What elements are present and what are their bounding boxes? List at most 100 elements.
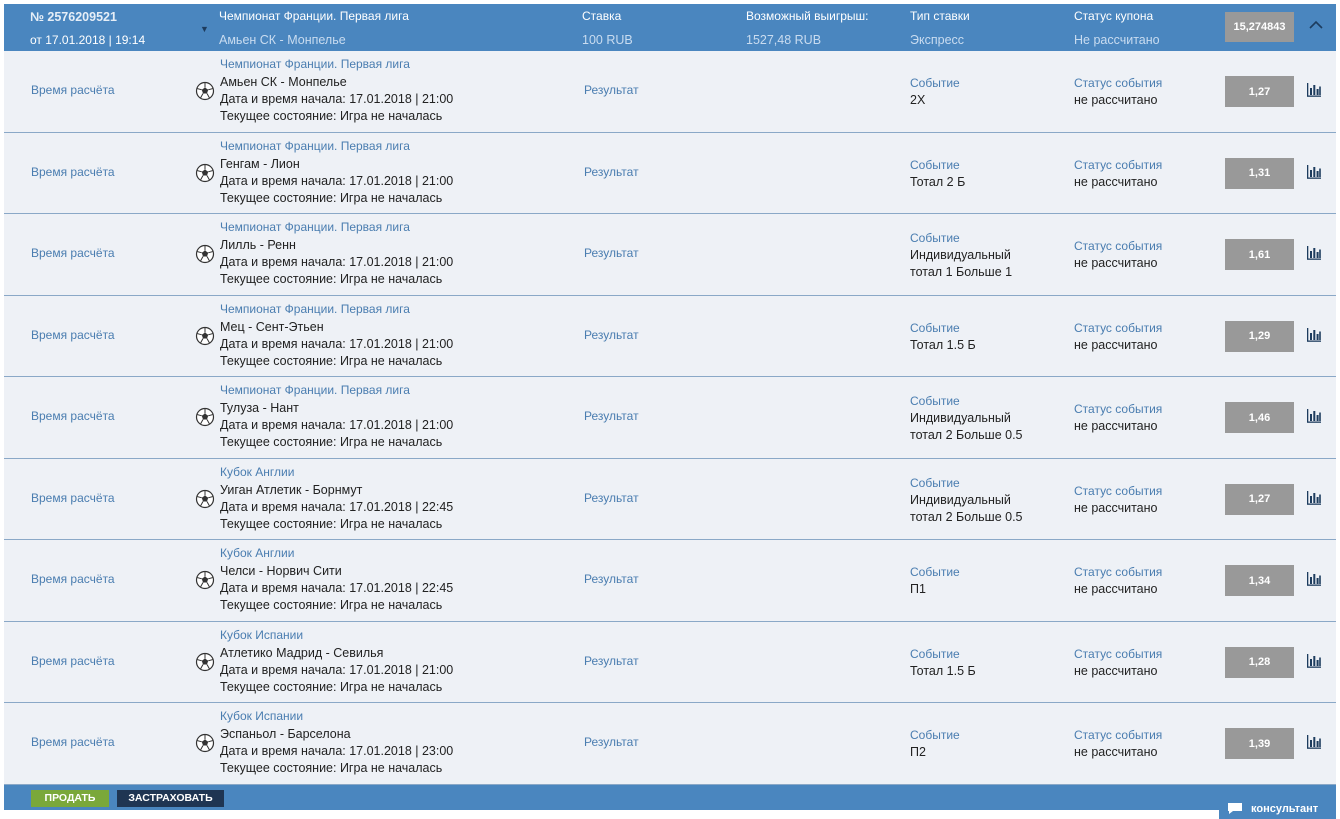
bar-chart-icon[interactable] xyxy=(1306,327,1322,342)
bet-row: Время расчёта Чемпионат Франции. Первая … xyxy=(4,51,1336,133)
coupon-number: № 2576209521 xyxy=(30,10,117,24)
bar-chart-icon[interactable] xyxy=(1306,409,1322,423)
event-block: Событие Индивидуальный тотал 1 Больше 1 xyxy=(910,230,1050,281)
calc-time-link[interactable]: Время расчёта xyxy=(31,572,115,586)
match-start: Дата и время начала: 17.01.2018 | 21:00 xyxy=(220,255,454,269)
match-state: Текущее состояние: Игра не началась xyxy=(220,109,443,123)
result-link[interactable]: Результат xyxy=(584,409,639,423)
insure-button[interactable]: ЗАСТРАХОВАТЬ xyxy=(117,789,224,807)
bet-row: Время расчёта Кубок Англии Челси - Норви… xyxy=(4,540,1336,622)
match-start: Дата и время начала: 17.01.2018 | 21:00 xyxy=(220,336,454,351)
bar-chart-icon[interactable] xyxy=(1306,164,1322,179)
event-status-block: Статус события не рассчитано xyxy=(1074,727,1162,761)
event-status-label: Статус события xyxy=(1074,565,1163,579)
bet-row: Время расчёта Чемпионат Франции. Первая … xyxy=(4,214,1336,296)
event-status-value: не рассчитано xyxy=(1074,174,1158,189)
odds-badge: 1,28 xyxy=(1225,646,1294,678)
match-state: Текущее состояние: Игра не началась xyxy=(220,272,443,286)
header-type-label: Тип ставки xyxy=(910,9,970,23)
result-link[interactable]: Результат xyxy=(584,165,639,179)
event-value-line: тотал 2 Больше 0.5 xyxy=(910,509,1023,524)
league-link[interactable]: Кубок Англии xyxy=(220,465,294,479)
event-block: Событие Тотал 2 Б xyxy=(910,157,1050,191)
event-status-block: Статус события не рассчитано xyxy=(1074,401,1162,435)
result-link[interactable]: Результат xyxy=(584,328,639,342)
league-link[interactable]: Чемпионат Франции. Первая лига xyxy=(220,57,410,71)
result-link[interactable]: Результат xyxy=(584,83,639,97)
calc-time-link[interactable]: Время расчёта xyxy=(31,328,115,342)
league-link[interactable]: Чемпионат Франции. Первая лига xyxy=(220,302,410,316)
expand-caret-icon[interactable]: ▼ xyxy=(200,24,209,34)
event-block: Событие Индивидуальный тотал 2 Больше 0.5 xyxy=(910,475,1050,526)
header-status-label: Статус купона xyxy=(1074,9,1154,23)
event-label: Событие xyxy=(910,231,960,245)
event-value: Индивидуальный тотал 2 Больше 0.5 xyxy=(910,492,1050,526)
event-value: П2 xyxy=(910,744,1050,761)
event-label: Событие xyxy=(910,475,960,490)
total-odds-badge: 15,274843 xyxy=(1225,12,1294,42)
league-link[interactable]: Кубок Англии xyxy=(220,546,294,560)
league-link[interactable]: Чемпионат Франции. Первая лига xyxy=(220,383,410,397)
bar-chart-icon[interactable] xyxy=(1306,246,1322,260)
header-status-value: Не рассчитано xyxy=(1074,33,1160,47)
header-event-value: Амьен СК - Монпелье xyxy=(219,33,346,47)
header-win-label: Возможный выигрыш: xyxy=(746,9,869,23)
league-link[interactable]: Чемпионат Франции. Первая лига xyxy=(220,220,410,234)
league-link[interactable]: Кубок Испании xyxy=(220,628,303,642)
result-link[interactable]: Результат xyxy=(584,491,639,505)
event-status-label: Статус события xyxy=(1074,483,1163,498)
soccer-ball-icon xyxy=(195,81,215,101)
odds-badge: 1,27 xyxy=(1225,76,1294,107)
bar-chart-icon[interactable] xyxy=(1306,572,1322,586)
league-link[interactable]: Кубок Испании xyxy=(220,709,303,723)
event-value-line: тотал 1 Больше 1 xyxy=(910,265,1013,279)
calc-time-link[interactable]: Время расчёта xyxy=(31,83,115,97)
consultant-button[interactable]: консультант xyxy=(1219,798,1336,819)
event-block: Событие П2 xyxy=(910,727,1050,761)
calc-time-link[interactable]: Время расчёта xyxy=(31,409,115,423)
calc-time-link[interactable]: Время расчёта xyxy=(31,491,115,505)
bar-chart-icon[interactable] xyxy=(1306,490,1322,505)
event-status-value: не рассчитано xyxy=(1074,500,1158,515)
match-state: Текущее состояние: Игра не началась xyxy=(220,353,443,368)
soccer-ball-icon xyxy=(195,733,215,753)
result-link[interactable]: Результат xyxy=(584,572,639,586)
calc-time-link[interactable]: Время расчёта xyxy=(31,165,115,179)
event-value: Тотал 2 Б xyxy=(910,174,1050,191)
soccer-ball-icon xyxy=(195,163,215,182)
sell-button[interactable]: ПРОДАТЬ xyxy=(31,789,109,807)
odds-badge: 1,39 xyxy=(1225,728,1294,759)
coupon-header[interactable]: № 2576209521 от 17.01.2018 | 19:14 ▼ Чем… xyxy=(4,4,1336,51)
result-link[interactable]: Результат xyxy=(584,735,639,749)
chevron-up-icon[interactable] xyxy=(1308,17,1324,33)
match-teams: Челси - Норвич Сити xyxy=(220,564,342,578)
event-status-label: Статус события xyxy=(1074,76,1163,90)
event-value-line: Индивидуальный xyxy=(910,492,1011,507)
soccer-ball-icon xyxy=(195,489,215,508)
event-status-label: Статус события xyxy=(1074,728,1163,742)
event-status-block: Статус события не рассчитано xyxy=(1074,320,1162,354)
match-start: Дата и время начала: 17.01.2018 | 23:00 xyxy=(220,744,454,758)
match-state: Текущее состояние: Игра не началась xyxy=(220,516,443,531)
event-status-label: Статус события xyxy=(1074,320,1163,335)
calc-time-link[interactable]: Время расчёта xyxy=(31,654,115,668)
event-value-line: Индивидуальный xyxy=(910,248,1011,262)
event-status-block: Статус события не рассчитано xyxy=(1074,483,1162,517)
match-start: Дата и время начала: 17.01.2018 | 21:00 xyxy=(220,662,454,677)
event-status-value: не рассчитано xyxy=(1074,93,1158,107)
bet-row: Время расчёта Чемпионат Франции. Первая … xyxy=(4,132,1336,214)
result-link[interactable]: Результат xyxy=(584,654,639,668)
calc-time-link[interactable]: Время расчёта xyxy=(31,735,115,749)
bet-row: Время расчёта Чемпионат Франции. Первая … xyxy=(4,377,1336,459)
bar-chart-icon[interactable] xyxy=(1306,83,1322,97)
consultant-label: консультант xyxy=(1251,802,1319,815)
bar-chart-icon[interactable] xyxy=(1306,653,1322,668)
league-link[interactable]: Чемпионат Франции. Первая лига xyxy=(220,139,410,153)
event-label: Событие xyxy=(910,76,960,90)
bar-chart-icon[interactable] xyxy=(1306,735,1322,749)
match-teams: Лилль - Ренн xyxy=(220,238,296,252)
odds-badge: 1,61 xyxy=(1225,239,1294,270)
match-start: Дата и время начала: 17.01.2018 | 21:00 xyxy=(220,173,454,188)
calc-time-link[interactable]: Время расчёта xyxy=(31,246,115,260)
result-link[interactable]: Результат xyxy=(584,246,639,260)
